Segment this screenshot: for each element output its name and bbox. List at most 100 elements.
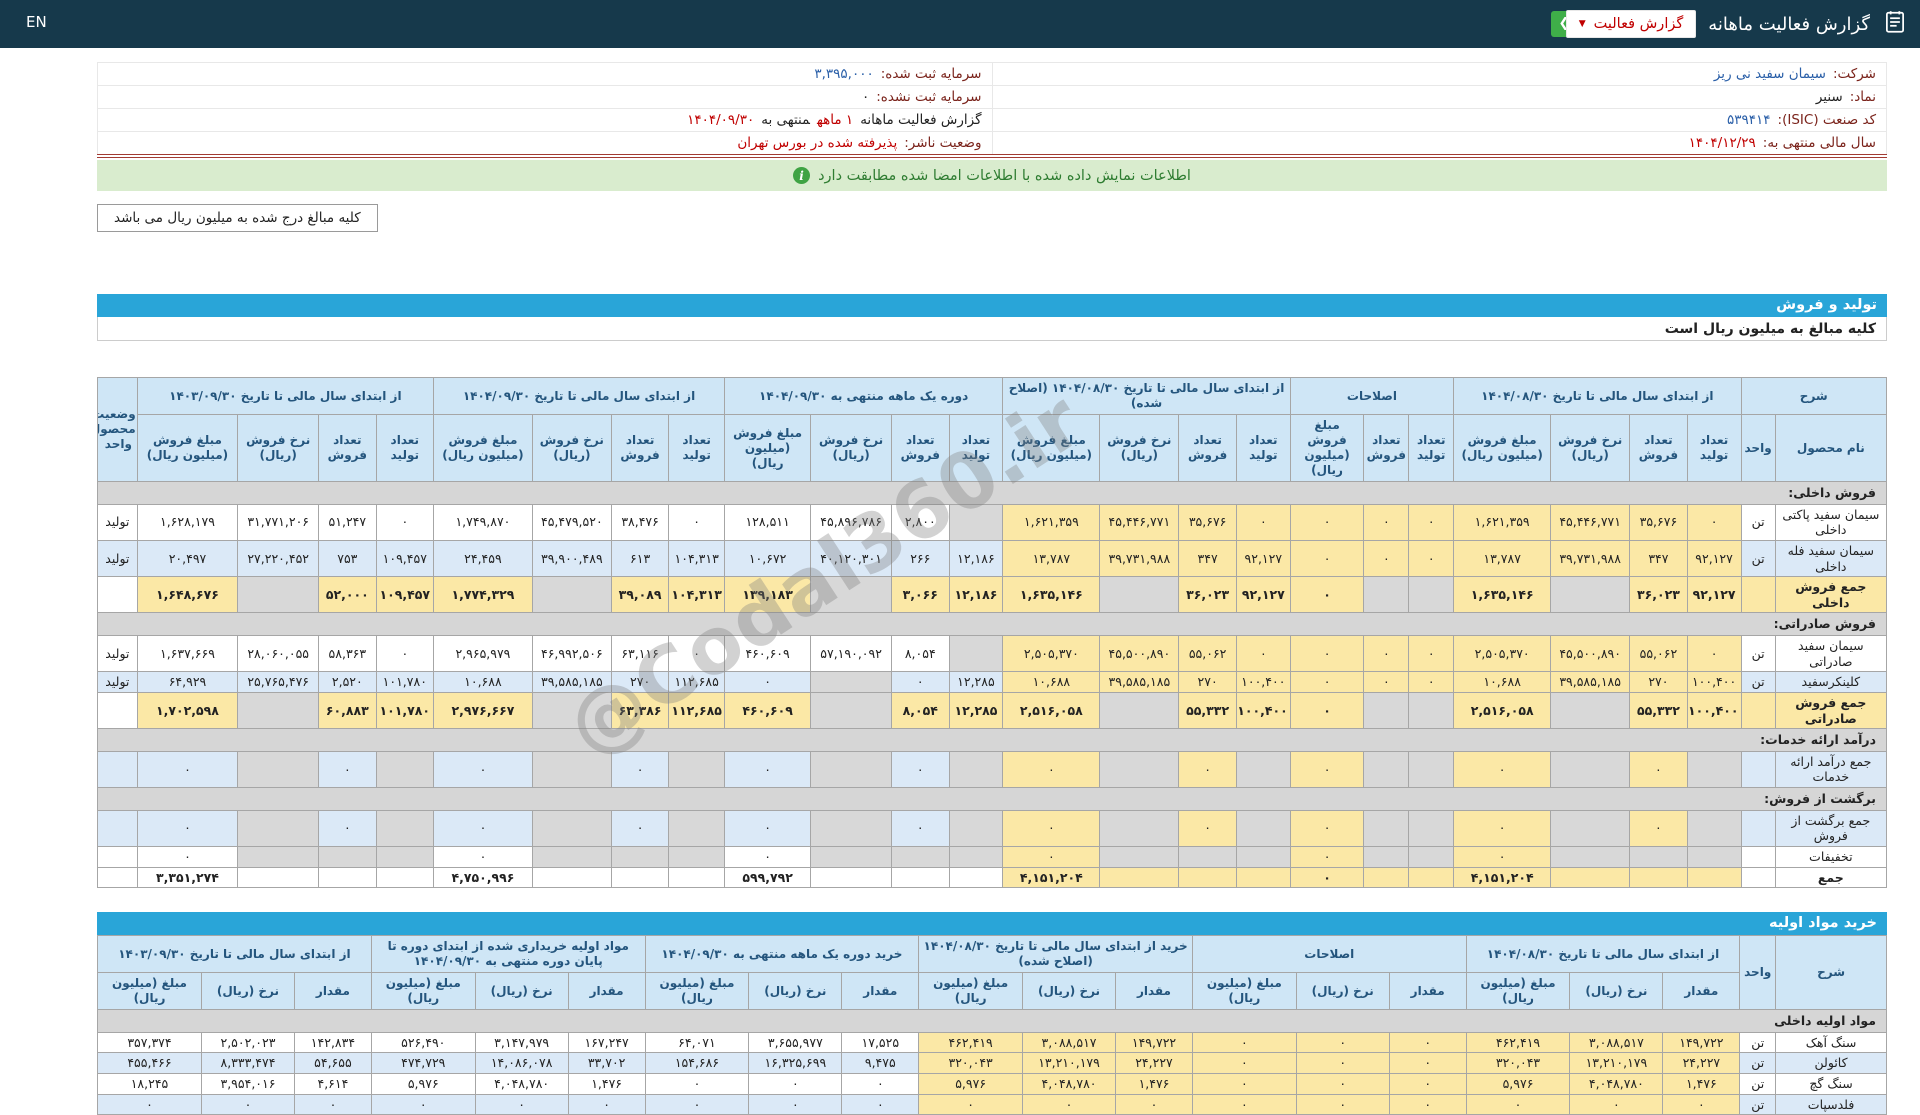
table-cell: ۰ bbox=[1363, 503, 1410, 541]
column-header: مقدار bbox=[1662, 972, 1741, 1011]
table-row: سنگ آهک تن ۱۴۹,۷۲۲ ۳,۰۸۸,۵۱۷ ۴۶۲,۴۱۹ ۰ ۰ ۰ ۱۴۹,۷… bbox=[97, 1031, 1887, 1054]
product-name-cell: سیمان سفید صادراتی bbox=[1774, 634, 1888, 673]
product-name-cell: جمع bbox=[1774, 866, 1888, 889]
column-header: تعداد تولید bbox=[1235, 414, 1291, 482]
column-header: نرخ فروش (ریال) bbox=[237, 414, 320, 482]
table-cell: ۳۴۷ bbox=[1629, 539, 1688, 578]
report-type-button[interactable]: گزارش فعالیت ▼ bbox=[1565, 10, 1697, 38]
table-cell bbox=[1550, 809, 1631, 847]
table-cell bbox=[668, 845, 725, 868]
column-header: نرخ (ریال) bbox=[748, 972, 843, 1011]
table-cell: ۹۲,۱۲۷ bbox=[1686, 539, 1742, 578]
table-cell bbox=[531, 750, 612, 789]
table-cell: ۰ bbox=[1363, 671, 1410, 693]
table-cell: ۵۹۹,۷۹۲ bbox=[723, 866, 812, 889]
table-cell: ۴۵,۸۹۶,۷۸۶ bbox=[810, 503, 893, 541]
table-cell: ۲,۵۱۶,۰۵۸ bbox=[1002, 691, 1101, 730]
status-cell: تولید bbox=[97, 634, 138, 673]
product-name-cell: سنگ گچ bbox=[1775, 1073, 1887, 1095]
table-cell: ۳,۰۶۶ bbox=[891, 576, 950, 614]
table-cell: ۱,۶۳۵,۱۴۶ bbox=[1453, 576, 1552, 614]
language-toggle[interactable]: EN bbox=[26, 13, 47, 31]
table-cell: ۱۰,۶۸۸ bbox=[1453, 671, 1552, 693]
column-header: مبلغ (میلیون ریال) bbox=[644, 972, 750, 1011]
table-cell: ۱,۴۷۶ bbox=[1662, 1073, 1741, 1095]
table-cell: ۲۴,۴۵۹ bbox=[433, 539, 533, 578]
column-header: مبلغ (میلیون ریال) bbox=[918, 972, 1024, 1011]
table-cell: ۰ bbox=[1191, 1052, 1297, 1074]
table-cell bbox=[531, 809, 612, 847]
table-row: جمع فروش صادراتی ۱۰۰,۴۰۰ ۵۵,۳۳۲ ۲,۵۱۶,۰۵۸ ۰ ۱… bbox=[97, 691, 1888, 730]
unit-cell: تن bbox=[1740, 503, 1776, 541]
table-cell: ۰ bbox=[1289, 539, 1365, 578]
production-sales-section: تولید و فروش کلیه مبالغ به میلیون ریال ا… bbox=[97, 294, 1888, 889]
table-cell bbox=[948, 634, 1004, 673]
column-header: واحد bbox=[1739, 935, 1777, 1011]
info-text: نماد: bbox=[1849, 89, 1876, 105]
table-cell: ۰ bbox=[200, 1093, 295, 1115]
unit-cell bbox=[1740, 576, 1776, 614]
table-cell: ۰ bbox=[1289, 576, 1365, 614]
table-cell: ۰ bbox=[136, 845, 239, 868]
status-cell: تولید bbox=[97, 539, 138, 578]
table-cell: ۲۸,۰۶۰,۰۵۵ bbox=[237, 634, 320, 673]
table-cell: ۱۰۹,۴۵۷ bbox=[375, 539, 435, 578]
table-cell bbox=[1408, 866, 1455, 889]
info-text: منتهی به bbox=[761, 112, 810, 128]
table-cell: ۰ bbox=[1388, 1073, 1467, 1095]
section-row-label: درآمد ارائه خدمات: bbox=[97, 728, 1887, 752]
table-cell: ۲,۹۶۵,۹۷۹ bbox=[433, 634, 533, 673]
table-cell bbox=[668, 750, 725, 789]
table-cell: ۳,۱۴۷,۹۷۹ bbox=[474, 1031, 569, 1054]
info-link[interactable]: سیمان سفید نی ریز bbox=[1714, 66, 1826, 82]
table-cell: ۳۲۰,۰۴۳ bbox=[1465, 1052, 1571, 1074]
table-cell: ۴۷۴,۷۲۹ bbox=[370, 1052, 476, 1074]
table-cell: ۵۱,۲۴۷ bbox=[318, 503, 377, 541]
table-cell: ۲,۵۲۰ bbox=[318, 671, 377, 693]
table-cell: ۴۶۲,۴۱۹ bbox=[918, 1031, 1024, 1054]
column-header: مقدار bbox=[841, 972, 920, 1011]
column-header: نرخ فروش (ریال) bbox=[531, 414, 612, 482]
table-cell: ۰ bbox=[1295, 1093, 1390, 1115]
table-cell: ۰ bbox=[1289, 845, 1365, 868]
table-cell bbox=[318, 866, 377, 889]
unit-cell: تن bbox=[1739, 1073, 1777, 1095]
column-header: مبلغ فروش (میلیون ریال) bbox=[433, 414, 533, 482]
table-cell bbox=[1550, 845, 1631, 868]
table-cell: ۴,۰۴۸,۷۸۰ bbox=[474, 1073, 569, 1095]
info-text: ۱ ماهه bbox=[816, 112, 854, 128]
info-text: سرمایه ثبت شده: bbox=[880, 66, 982, 82]
table-cell: ۴۵,۵۰۰,۸۹۰ bbox=[1099, 634, 1180, 673]
section-row-label: فروش صادراتی: bbox=[97, 612, 1887, 636]
table-cell: ۱۰,۶۸۸ bbox=[433, 671, 533, 693]
table-cell: ۵۲,۰۰۰ bbox=[318, 576, 377, 614]
table-cell: ۹۲,۱۲۷ bbox=[1235, 539, 1291, 578]
table-cell: ۰ bbox=[668, 634, 725, 673]
column-header: نرخ (ریال) bbox=[1569, 972, 1664, 1011]
table-cell: ۳,۰۸۸,۵۱۷ bbox=[1569, 1031, 1664, 1054]
table-row: جمع ۴,۱۵۱,۲۰۴ ۰ ۴,۱۵۱,۲۰۴ ۵۹۹,۷۹۲ ۴,۷۵۰,۹۹۶ ۳,… bbox=[97, 866, 1888, 889]
table-cell: ۴۵,۴۷۹,۵۲۰ bbox=[531, 503, 612, 541]
table-cell bbox=[1686, 809, 1742, 847]
table-cell: ۲,۵۰۵,۳۷۰ bbox=[1002, 634, 1101, 673]
table-cell bbox=[948, 866, 1004, 889]
table-cell: ۲۴,۲۲۷ bbox=[1662, 1052, 1741, 1074]
table-cell: ۱۲۸,۵۱۱ bbox=[723, 503, 812, 541]
table-cell bbox=[810, 866, 893, 889]
table-cell: ۰ bbox=[1453, 750, 1552, 789]
table-cell bbox=[1408, 691, 1455, 730]
table-cell: ۱۳,۲۱۰,۱۷۹ bbox=[1569, 1052, 1664, 1074]
table-cell: ۰ bbox=[1022, 1093, 1117, 1115]
table-cell bbox=[1099, 691, 1180, 730]
unit-cell bbox=[1740, 866, 1776, 889]
column-header: نرخ فروش (ریال) bbox=[1550, 414, 1631, 482]
table-cell bbox=[1363, 809, 1410, 847]
table-cell bbox=[1686, 866, 1742, 889]
table-cell: ۱۴۹,۷۲۲ bbox=[1662, 1031, 1741, 1054]
table-cell: ۱۰۰,۴۰۰ bbox=[1686, 671, 1742, 693]
column-header: تعداد تولید bbox=[1408, 414, 1455, 482]
table-cell: ۱۰۰,۴۰۰ bbox=[1235, 691, 1291, 730]
column-header: مقدار bbox=[293, 972, 372, 1011]
table-cell: ۴,۱۵۱,۲۰۴ bbox=[1002, 866, 1101, 889]
table-cell: ۱۲,۱۸۶ bbox=[948, 539, 1004, 578]
